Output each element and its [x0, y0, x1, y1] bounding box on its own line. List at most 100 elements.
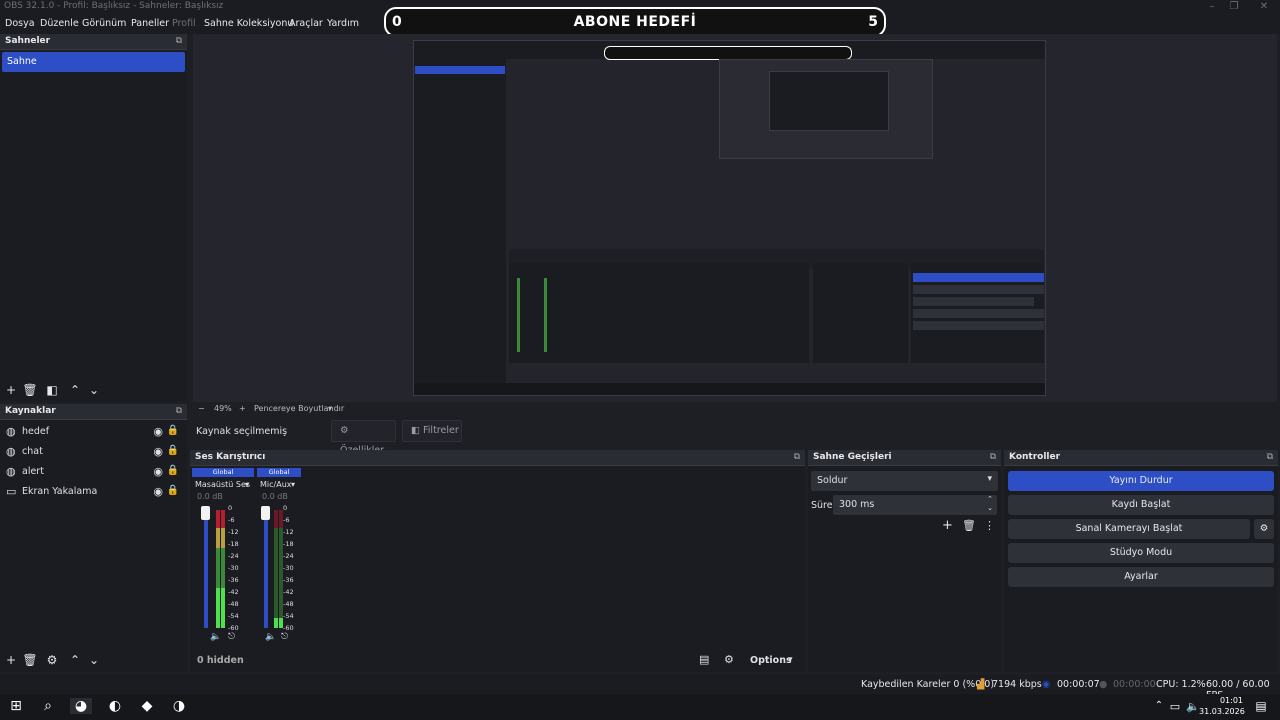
float-icon[interactable]: ⧉ [176, 406, 182, 416]
maximize-button[interactable]: ❐ [1224, 0, 1244, 14]
start-recording-button[interactable]: Kaydı Başlat [1008, 495, 1274, 515]
virtual-camera-settings-icon[interactable]: ⚙ [1254, 519, 1274, 539]
float-icon[interactable]: ⧉ [1267, 452, 1273, 462]
monitor-audio-icon[interactable]: ⎋ [228, 632, 235, 642]
zoom-in-button[interactable]: + [239, 404, 246, 413]
db-tick: 0 [228, 504, 233, 512]
hidden-count[interactable]: 0 hidden [197, 655, 244, 666]
minimize-button[interactable]: – [1202, 0, 1222, 14]
menu-araclar[interactable]: Araçlar [289, 18, 323, 29]
search-icon[interactable]: ⌕ [37, 698, 59, 714]
layout-icon[interactable]: ▤ [699, 653, 709, 666]
db-tick: -24 [283, 552, 294, 560]
eye-icon[interactable]: ◉ [153, 445, 163, 458]
transition-select[interactable]: Soldur ▾ [811, 471, 998, 491]
menu-gorunum[interactable]: Görünüm [82, 18, 126, 29]
start-virtual-camera-button[interactable]: Sanal Kamerayı Başlat [1008, 519, 1250, 539]
mixer-title: Ses Karıştırıcı [195, 452, 266, 462]
channel-name[interactable]: Masaüstü Ses [195, 480, 250, 489]
remove-transition-icon[interactable]: 🗑 [962, 519, 976, 532]
properties-button[interactable]: ⚙ Özellikler [331, 420, 396, 456]
eye-icon[interactable]: ◉ [153, 465, 163, 478]
chevron-down-icon[interactable]: ▾ [328, 404, 332, 413]
obs-icon[interactable]: ◐ [104, 698, 126, 714]
lock-icon[interactable]: 🔒 [167, 465, 179, 476]
clock-time[interactable]: 01:01 [1203, 696, 1243, 705]
db-tick: -6 [228, 516, 235, 524]
source-item[interactable]: ▭ Ekran Yakalama ◉ 🔒 [2, 482, 185, 502]
move-up-icon[interactable]: ⌃ [67, 653, 83, 667]
advanced-audio-icon[interactable]: ⚙ [724, 653, 734, 666]
float-icon[interactable]: ⧉ [990, 452, 996, 462]
scene-filters-icon[interactable]: ◧ [44, 383, 60, 397]
windows-start-icon[interactable]: ⊞ [5, 698, 27, 714]
app-icon[interactable]: ◆ [136, 698, 158, 714]
add-transition-icon[interactable]: + [942, 518, 953, 533]
settings-button[interactable]: Ayarlar [1008, 567, 1274, 587]
status-bar: Kaybedilen Kareler 0 (%0.0) ▟ 7194 kbps … [0, 675, 1280, 701]
stream-time: 00:00:07 [1057, 679, 1100, 690]
chevron-down-icon[interactable]: ▾ [788, 655, 793, 665]
chevron-down-icon[interactable]: ⌄ [987, 504, 993, 512]
monitor-audio-icon[interactable]: ⎋ [281, 632, 288, 642]
lock-icon[interactable]: 🔒 [167, 445, 179, 456]
record-icon: ● [1099, 679, 1108, 690]
source-properties-icon[interactable]: ⚙ [44, 653, 60, 667]
float-icon[interactable]: ⧉ [176, 36, 182, 46]
volume-slider[interactable] [204, 508, 208, 628]
float-icon[interactable]: ⧉ [794, 452, 800, 462]
add-scene-icon[interactable]: + [3, 383, 19, 397]
source-item[interactable]: ◍ hedef ◉ 🔒 [2, 422, 185, 442]
cpu-usage: CPU: 1.2% [1156, 679, 1206, 690]
studio-mode-button[interactable]: Stüdyo Modu [1008, 543, 1274, 563]
add-source-icon[interactable]: + [3, 653, 19, 667]
volume-slider[interactable] [264, 508, 268, 628]
volume-handle[interactable] [261, 506, 270, 520]
move-up-icon[interactable]: ⌃ [67, 383, 83, 397]
obs-studio-icon[interactable]: ◑ [168, 698, 190, 714]
duration-input[interactable]: 300 ms ⌃ ⌄ [833, 495, 997, 515]
clock-date[interactable]: 31.03.2026 [1199, 707, 1245, 716]
close-button[interactable]: ✕ [1254, 0, 1274, 14]
chrome-icon[interactable]: ◕ [70, 698, 92, 714]
monitor-icon: ▭ [6, 485, 17, 498]
menu-paneller[interactable]: Paneller [131, 18, 169, 29]
channel-db: 0.0 dB [262, 492, 288, 501]
lock-icon[interactable]: 🔒 [167, 425, 179, 436]
chevron-down-icon[interactable]: ▾ [245, 480, 249, 489]
source-item[interactable]: ◍ alert ◉ 🔒 [2, 462, 185, 482]
more-options-icon[interactable]: ⋮ [984, 519, 995, 532]
scene-item-sahne[interactable]: Sahne [2, 52, 185, 72]
channel-db: 0.0 dB [197, 492, 223, 501]
context-bar: Kaynak seçilmemiş ⚙ Özellikler ◧ Filtrel… [188, 418, 1277, 456]
eye-icon[interactable]: ◉ [153, 425, 163, 438]
zoom-out-button[interactable]: − [198, 404, 205, 413]
eye-icon[interactable]: ◉ [153, 485, 163, 498]
notification-icon[interactable]: ▤ [1250, 699, 1272, 713]
menu-yardim[interactable]: Yardım [327, 18, 359, 29]
menu-sahne-koleksiyonu[interactable]: Sahne Koleksiyonu [204, 18, 293, 29]
filters-button[interactable]: ◧ Filtreler [402, 420, 462, 442]
remove-scene-icon[interactable]: 🗑 [22, 383, 38, 397]
channel-name[interactable]: Mic/Aux [260, 480, 292, 489]
audio-mixer-dock: Ses Karıştırıcı ⧉ Global Masaüstü Ses ▾ 0… [190, 450, 805, 672]
options-button[interactable]: Options [750, 655, 792, 666]
chevron-up-icon[interactable]: ⌃ [987, 495, 993, 503]
db-tick: -48 [283, 600, 294, 608]
db-tick: -36 [228, 576, 239, 584]
menu-duzenle[interactable]: Düzenle [40, 18, 79, 29]
menu-profil[interactable]: Profil [172, 18, 196, 29]
lock-icon[interactable]: 🔒 [167, 485, 179, 496]
move-down-icon[interactable]: ⌄ [86, 383, 102, 397]
db-tick: -42 [283, 588, 294, 596]
speaker-icon[interactable]: 🔈 [210, 632, 221, 642]
globe-icon: ◍ [6, 425, 16, 438]
stop-streaming-button[interactable]: Yayını Durdur [1008, 471, 1274, 491]
source-item[interactable]: ◍ chat ◉ 🔒 [2, 442, 185, 462]
remove-source-icon[interactable]: 🗑 [22, 653, 38, 667]
menu-dosya[interactable]: Dosya [5, 18, 35, 29]
move-down-icon[interactable]: ⌄ [86, 653, 102, 667]
chevron-down-icon[interactable]: ▾ [291, 480, 295, 489]
speaker-icon[interactable]: 🔈 [265, 632, 276, 642]
volume-handle[interactable] [201, 506, 210, 520]
